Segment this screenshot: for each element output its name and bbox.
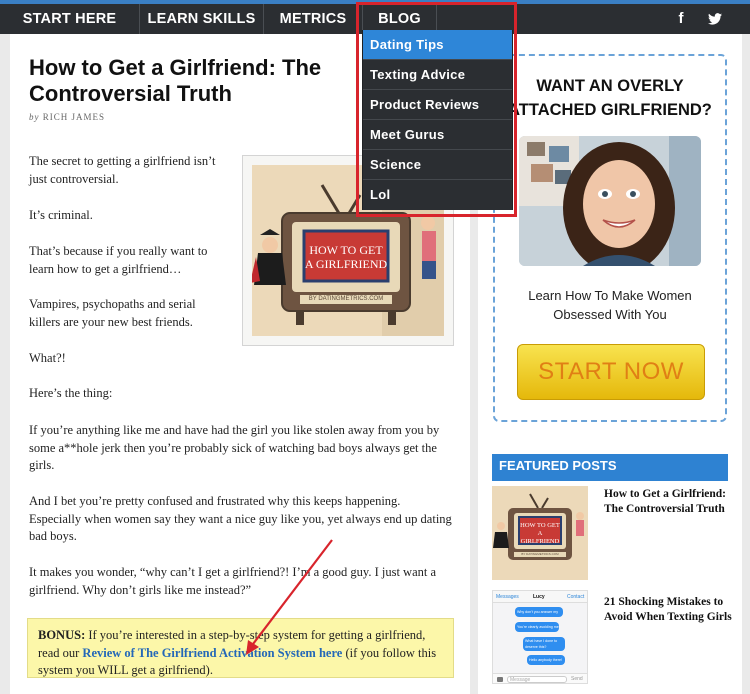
paragraph: Here’s the thing:: [29, 386, 113, 400]
message-bubble: You're clearly avoiding me: [515, 622, 559, 632]
paragraph: That’s because if you really want to lea…: [29, 244, 208, 276]
featured-post-title[interactable]: 21 Shocking Mistakes to Avoid When Texti…: [604, 595, 732, 625]
promo-heading-line: ATTACHED GIRLFRIEND?: [508, 101, 712, 119]
message-bubble: Hello anybody there!: [527, 655, 565, 665]
phone-compose-bar: Message Send: [493, 673, 587, 683]
bonus-label: BONUS:: [38, 628, 86, 642]
paragraph: What?!: [29, 351, 66, 365]
contact-name: Lucy: [533, 594, 545, 600]
image-caption-line: A GIRLFRIEND: [304, 257, 388, 271]
paragraph: The secret to getting a girlfriend isn’t…: [29, 154, 216, 186]
promo-heading-line: WANT AN OVERLY: [536, 77, 684, 95]
paragraph: If you’re anything like me and have had …: [29, 423, 440, 472]
bonus-callout: BONUS: If you’re interested in a step-by…: [27, 618, 454, 678]
message-bubble: What have I done to deserve this?: [523, 637, 565, 651]
image-caption: HOW TO GET A GIRLFRIEND: [304, 243, 388, 271]
twitter-icon[interactable]: [704, 4, 726, 34]
thumbnail-caption-line: A GIRLFRIEND: [520, 530, 560, 545]
bonus-review-link[interactable]: Review of The Girlfriend Activation Syst…: [82, 646, 342, 660]
thumbnail-caption-line: HOW TO GET: [520, 522, 560, 529]
back-link: Messages: [496, 594, 519, 600]
featured-posts-heading: FEATURED POSTS: [492, 454, 728, 478]
promo-subtext: Learn How To Make Women Obsessed With Yo…: [495, 286, 725, 324]
paragraph: It’s criminal.: [29, 208, 93, 222]
start-now-button[interactable]: START NOW: [517, 344, 705, 400]
byline-prefix: by: [29, 112, 40, 122]
paragraph: Vampires, psychopaths and serial killers…: [29, 297, 196, 329]
camera-icon: [497, 677, 503, 682]
menu-item-science[interactable]: Science: [363, 150, 512, 180]
phone-header: Messages Lucy Contact: [493, 591, 587, 603]
promo-photo: [519, 136, 701, 266]
menu-item-texting-advice[interactable]: Texting Advice: [363, 60, 512, 90]
thumbnail-caption: HOW TO GET A GIRLFRIEND: [519, 522, 561, 546]
contact-link: Contact: [567, 594, 585, 600]
nav-learn-skills[interactable]: LEARN SKILLS: [140, 4, 263, 34]
promo-widget: WANT AN OVERLY ATTACHED GIRLFRIEND? Lear…: [493, 54, 727, 422]
message-input: Message: [507, 676, 567, 683]
thumbnail-credit: BY DATINGMETRICS.COM: [521, 552, 559, 556]
paragraph: And I bet you’re pretty confused and fru…: [29, 494, 452, 543]
divider: [492, 478, 728, 481]
nav-metrics[interactable]: METRICS: [264, 4, 362, 34]
featured-post-thumbnail[interactable]: HOW TO GET A GIRLFRIEND BY DATINGMETRICS…: [492, 486, 588, 580]
image-credit: BY DATINGMETRICS.COM: [308, 296, 384, 302]
promo-subtext-line: Learn How To Make Women: [528, 288, 692, 303]
article-title: How to Get a Girlfriend: The Controversi…: [29, 55, 322, 106]
blog-dropdown-menu: Dating Tips Texting Advice Product Revie…: [362, 30, 513, 210]
image-caption-line: HOW TO GET: [309, 243, 383, 257]
menu-item-product-reviews[interactable]: Product Reviews: [363, 90, 512, 120]
featured-post-thumbnail[interactable]: Messages Lucy Contact Why don't you answ…: [492, 590, 588, 684]
promo-subtext-line: Obsessed With You: [553, 307, 667, 322]
paragraph: It makes you wonder, “why can’t I get a …: [29, 565, 437, 597]
message-bubble: Why don't you answer my call?: [515, 607, 563, 624]
sidebar: WANT AN OVERLY ATTACHED GIRLFRIEND? Lear…: [478, 34, 742, 694]
author-name[interactable]: RICH JAMES: [43, 112, 105, 122]
nav-start-here[interactable]: START HERE: [0, 4, 139, 34]
featured-post-title[interactable]: How to Get a Girlfriend: The Controversi…: [604, 487, 732, 517]
facebook-icon[interactable]: f: [670, 4, 692, 34]
menu-item-meet-gurus[interactable]: Meet Gurus: [363, 120, 512, 150]
send-label: Send: [571, 676, 583, 682]
menu-item-dating-tips[interactable]: Dating Tips: [363, 30, 512, 60]
byline: by RICH JAMES: [29, 112, 105, 122]
promo-heading: WANT AN OVERLY ATTACHED GIRLFRIEND?: [495, 74, 725, 122]
menu-item-lol[interactable]: Lol: [363, 180, 512, 210]
